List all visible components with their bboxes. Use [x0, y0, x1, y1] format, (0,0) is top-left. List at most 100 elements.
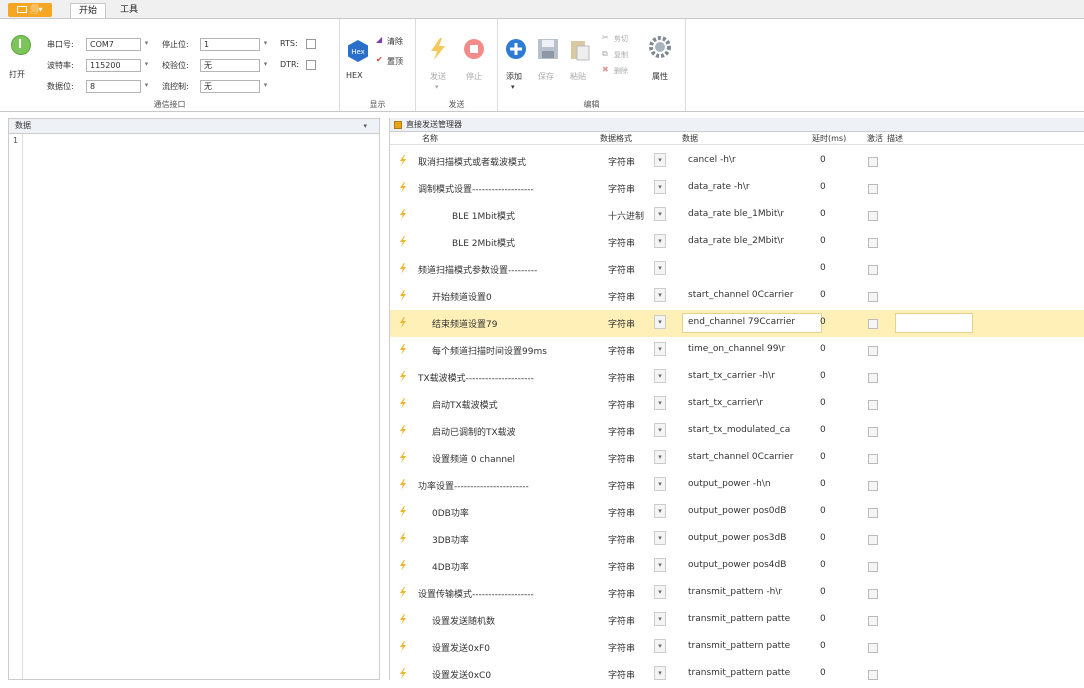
properties-button[interactable]: 属性: [652, 71, 668, 82]
row-active-checkbox[interactable]: [868, 643, 878, 653]
chevron-down-icon[interactable]: ▾: [654, 423, 666, 437]
lightning-icon[interactable]: [400, 236, 406, 247]
hex-button-label[interactable]: HEX: [346, 71, 363, 80]
row-active-checkbox[interactable]: [868, 454, 878, 464]
row-data[interactable]: transmit_pattern patte: [688, 614, 808, 624]
row-delay[interactable]: 0: [820, 182, 826, 192]
lightning-icon[interactable]: [400, 317, 406, 328]
row-data[interactable]: start_tx_carrier\r: [688, 398, 808, 408]
open-button-label[interactable]: 打开: [9, 69, 25, 80]
lightning-icon[interactable]: [400, 371, 406, 382]
row-active-checkbox[interactable]: [868, 157, 878, 167]
chevron-down-icon[interactable]: ▾: [141, 80, 152, 93]
table-row[interactable]: 设置频道 0 channel 字符串 ▾ start_channel 0Ccarrie…: [390, 445, 1084, 472]
row-delay[interactable]: 0: [820, 155, 826, 165]
row-delay[interactable]: 0: [820, 317, 826, 327]
stop-bits-select[interactable]: 1 ▾: [200, 38, 267, 51]
column-desc[interactable]: 描述: [887, 133, 903, 144]
row-delay[interactable]: 0: [820, 533, 826, 543]
lightning-icon[interactable]: [400, 209, 406, 220]
chevron-down-icon[interactable]: ▾: [363, 119, 367, 133]
row-data[interactable]: output_power -h\n: [688, 479, 808, 489]
paste-button[interactable]: 粘贴: [570, 71, 586, 82]
row-data[interactable]: transmit_pattern -h\r: [688, 587, 808, 597]
row-delay[interactable]: 0: [820, 479, 826, 489]
chevron-down-icon[interactable]: ▾: [654, 288, 666, 302]
table-row[interactable]: 0DB功率 字符串 ▾ output_power pos0dB 0: [390, 499, 1084, 526]
row-delay[interactable]: 0: [820, 668, 826, 678]
row-data[interactable]: cancel -h\r: [688, 155, 808, 165]
port-select[interactable]: COM7 ▾: [86, 38, 148, 51]
row-data[interactable]: output_power pos4dB: [688, 560, 808, 570]
lightning-icon[interactable]: [400, 587, 406, 598]
row-delay[interactable]: 0: [820, 236, 826, 246]
stop-button[interactable]: 停止: [466, 71, 482, 82]
row-active-checkbox[interactable]: [868, 292, 878, 302]
row-data[interactable]: output_power pos0dB: [688, 506, 808, 516]
table-row[interactable]: 启动已调制的TX载波 字符串 ▾ start_tx_modulated_ca 0: [390, 418, 1084, 445]
row-data[interactable]: transmit_pattern patte: [688, 641, 808, 651]
row-active-checkbox[interactable]: [868, 508, 878, 518]
chevron-down-icon[interactable]: ▾: [654, 450, 666, 464]
parity-select[interactable]: 无 ▾: [200, 59, 267, 72]
row-delay[interactable]: 0: [820, 290, 826, 300]
chevron-down-icon[interactable]: ▾: [654, 558, 666, 572]
send-button[interactable]: 发送: [430, 71, 446, 82]
row-data[interactable]: data_rate ble_2Mbit\r: [688, 236, 808, 246]
row-delay[interactable]: 0: [820, 398, 826, 408]
table-row[interactable]: 开始频道设置0 字符串 ▾ start_channel 0Ccarrier 0: [390, 283, 1084, 310]
chevron-down-icon[interactable]: ▾: [654, 585, 666, 599]
row-active-checkbox[interactable]: [868, 616, 878, 626]
table-row[interactable]: 启动TX载波模式 字符串 ▾ start_tx_carrier\r 0: [390, 391, 1084, 418]
row-delay[interactable]: 0: [820, 209, 826, 219]
lightning-icon[interactable]: [400, 560, 406, 571]
row-delay[interactable]: 0: [820, 371, 826, 381]
row-delay[interactable]: 0: [820, 263, 826, 273]
flow-select[interactable]: 无 ▾: [200, 80, 267, 93]
chevron-down-icon[interactable]: ▾: [260, 80, 271, 93]
chevron-down-icon[interactable]: ▾: [654, 342, 666, 356]
lightning-icon[interactable]: [400, 479, 406, 490]
lightning-icon[interactable]: [400, 290, 406, 301]
dtr-checkbox[interactable]: [306, 60, 316, 70]
chevron-down-icon[interactable]: ▾: [654, 207, 666, 221]
row-active-checkbox[interactable]: [868, 670, 878, 680]
row-data[interactable]: data_rate ble_1Mbit\r: [688, 209, 808, 219]
tab-tools[interactable]: 工具: [112, 3, 146, 18]
lightning-icon[interactable]: [400, 452, 406, 463]
row-active-checkbox[interactable]: [868, 373, 878, 383]
row-data[interactable]: start_channel 0Ccarrier: [688, 452, 808, 462]
clear-button[interactable]: 清除: [387, 36, 403, 47]
row-active-checkbox[interactable]: [868, 481, 878, 491]
add-dropdown-icon[interactable]: ▾: [511, 83, 515, 91]
row-data[interactable]: start_tx_carrier -h\r: [688, 371, 808, 381]
cut-button[interactable]: 剪切: [614, 34, 628, 44]
table-row[interactable]: 4DB功率 字符串 ▾ output_power pos4dB 0: [390, 553, 1084, 580]
lightning-icon[interactable]: [400, 614, 406, 625]
row-active-checkbox[interactable]: [868, 427, 878, 437]
column-format[interactable]: 数据格式: [600, 133, 632, 144]
row-delay[interactable]: 0: [820, 506, 826, 516]
chevron-down-icon[interactable]: ▾: [654, 612, 666, 626]
table-row[interactable]: TX载波模式--------------------- 字符串 ▾ start_tx_…: [390, 364, 1084, 391]
row-active-checkbox[interactable]: [868, 211, 878, 221]
row-delay[interactable]: 0: [820, 560, 826, 570]
copy-button[interactable]: 复制: [614, 50, 628, 60]
chevron-down-icon[interactable]: ▾: [654, 153, 666, 167]
row-active-checkbox[interactable]: [868, 346, 878, 356]
row-data[interactable]: start_tx_modulated_ca: [688, 425, 808, 435]
row-data[interactable]: end_channel 79Ccarrier: [688, 317, 808, 327]
app-menu-button[interactable]: 🗐▾: [8, 3, 52, 17]
chevron-down-icon[interactable]: ▾: [654, 261, 666, 275]
row-active-checkbox[interactable]: [868, 562, 878, 572]
chevron-down-icon[interactable]: ▾: [654, 369, 666, 383]
row-active-checkbox[interactable]: [868, 265, 878, 275]
table-row[interactable]: 频道扫描模式参数设置--------- 字符串 ▾ 0: [390, 256, 1084, 283]
row-active-checkbox[interactable]: [868, 184, 878, 194]
rts-checkbox[interactable]: [306, 39, 316, 49]
lightning-icon[interactable]: [400, 641, 406, 652]
lightning-icon[interactable]: [400, 344, 406, 355]
row-data[interactable]: time_on_channel 99\r: [688, 344, 808, 354]
row-active-checkbox[interactable]: [868, 535, 878, 545]
lightning-icon[interactable]: [400, 425, 406, 436]
